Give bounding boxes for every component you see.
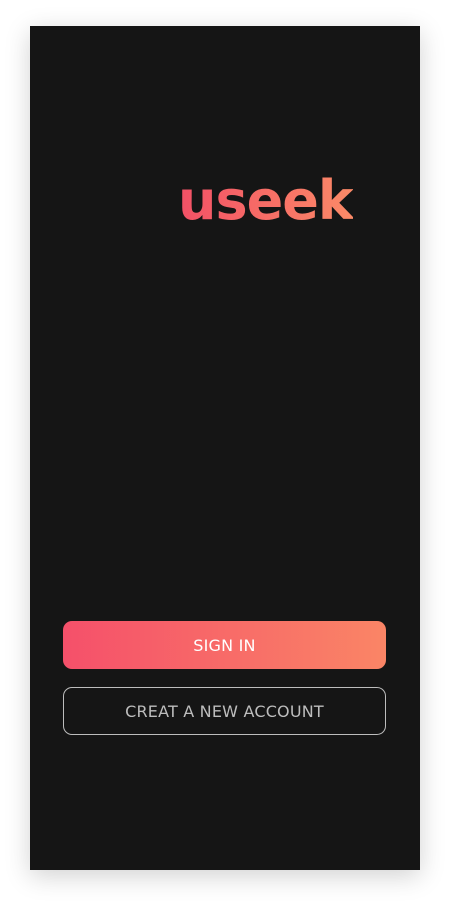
app-screen: useek SIGN IN CREAT A NEW ACCOUNT: [30, 26, 420, 870]
sound-wave-m-icon: [103, 161, 177, 247]
create-account-button[interactable]: CREAT A NEW ACCOUNT: [63, 687, 386, 735]
sign-in-button[interactable]: SIGN IN: [63, 621, 386, 669]
app-logo: useek: [102, 158, 354, 248]
logo-wordmark: useek: [178, 166, 354, 236]
